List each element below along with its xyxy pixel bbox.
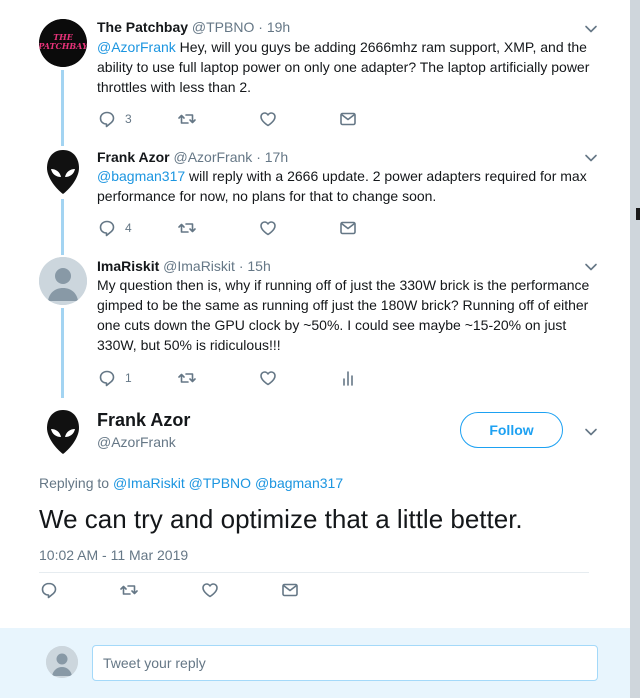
message-icon [340, 112, 356, 126]
timestamp[interactable]: 19h [267, 19, 290, 35]
chevron-down-icon[interactable] [583, 259, 599, 275]
tweet-detail-panel: THE PATCHBAY The Patchbay @TPBNO · 19h @… [0, 0, 631, 698]
like-button[interactable] [200, 580, 220, 600]
tweet-text-line: ability to use full laptop power on only… [97, 59, 590, 75]
timestamp[interactable]: 15h [247, 258, 270, 274]
thread-line [61, 70, 64, 146]
message-button[interactable] [338, 109, 358, 129]
like-icon [260, 112, 276, 127]
reply-icon [41, 582, 57, 599]
retweet-button[interactable] [119, 580, 139, 600]
main-username[interactable]: @AzorFrank [97, 434, 176, 450]
tweet-text-line: will reply with a 2666 update. 2 power a… [185, 168, 587, 184]
thread-line [61, 199, 64, 255]
separator: · [238, 258, 244, 274]
reply-icon [99, 111, 115, 128]
retweet-icon [178, 223, 196, 233]
tweet-text-line: throttles with less than 2. [97, 79, 252, 95]
separator: · [258, 19, 263, 35]
like-icon [260, 371, 276, 386]
retweet-button[interactable] [177, 218, 197, 238]
tweet-text-line: Hey, will you guys be adding 2666mhz ram… [175, 39, 587, 55]
mention-link[interactable]: @AzorFrank [97, 39, 176, 55]
patchbay-logo: THE PATCHBAY [39, 19, 87, 67]
tweet-header: Frank Azor @AzorFrank · 17h [97, 149, 288, 165]
main-tweet-text: We can try and optimize that a little be… [39, 504, 523, 534]
default-avatar-icon [39, 257, 87, 305]
mention-link[interactable]: @ImaRiskit [113, 475, 185, 491]
alien-icon [47, 150, 79, 194]
chevron-down-icon[interactable] [583, 424, 599, 440]
tweet-text-line: My question then is, why if running off … [97, 277, 590, 293]
retweet-button[interactable] [177, 109, 197, 129]
message-button[interactable] [338, 218, 358, 238]
main-timestamp[interactable]: 10:02 AM - 11 Mar 2019 [39, 547, 188, 563]
reply-count: 1 [125, 371, 132, 385]
tweet-text-line: one cuts down the GPU clock by ~50%. I c… [97, 317, 567, 333]
analytics-icon [343, 371, 353, 386]
mention-link[interactable]: @bagman317 [255, 475, 343, 491]
replying-prefix: Replying to [39, 475, 110, 491]
like-button[interactable] [258, 109, 278, 129]
tweet-text-line: gimped to be the same as running off jus… [97, 297, 589, 313]
reply-input[interactable]: Tweet your reply [92, 645, 598, 681]
like-button[interactable] [258, 218, 278, 238]
follow-button[interactable]: Follow [460, 412, 563, 448]
analytics-button[interactable] [338, 368, 358, 388]
message-icon [282, 583, 298, 597]
like-button[interactable] [258, 368, 278, 388]
divider [39, 572, 589, 573]
like-icon [260, 221, 276, 236]
default-avatar-icon [46, 646, 78, 678]
retweet-button[interactable] [177, 368, 197, 388]
message-button[interactable] [280, 580, 300, 600]
main-avatar[interactable] [39, 408, 87, 456]
replying-to: Replying to @ImaRiskit @TPBNO @bagman317 [39, 475, 343, 491]
retweet-icon [178, 373, 196, 383]
reply-button[interactable]: 4 [97, 218, 132, 238]
tweet-text-line: performance for now, no plans for that t… [97, 188, 437, 204]
display-name[interactable]: The Patchbay [97, 19, 188, 35]
display-name[interactable]: ImaRiskit [97, 258, 159, 274]
tweet-text: @AzorFrank Hey, will you guys be adding … [97, 37, 602, 97]
retweet-icon [178, 114, 196, 124]
svg-text:PATCHBAY: PATCHBAY [39, 41, 87, 51]
reply-button[interactable]: 3 [97, 109, 132, 129]
alien-icon [47, 410, 79, 454]
tweet-header: ImaRiskit @ImaRiskit · 15h [97, 258, 271, 274]
retweet-icon [120, 585, 138, 595]
username[interactable]: @ImaRiskit [163, 258, 235, 274]
reply-icon [99, 370, 115, 387]
reply-button[interactable]: 1 [97, 368, 132, 388]
separator: · [256, 149, 261, 165]
background-edge-mark [636, 208, 640, 220]
main-display-name[interactable]: Frank Azor [97, 410, 190, 431]
mention-link[interactable]: @bagman317 [97, 168, 185, 184]
background-edge [630, 0, 640, 698]
reply-avatar [46, 646, 78, 678]
avatar[interactable] [39, 148, 87, 196]
tweet-header: The Patchbay @TPBNO · 19h [97, 19, 290, 35]
tweet-text: @bagman317 will reply with a 2666 update… [97, 166, 602, 206]
reply-icon [99, 220, 115, 237]
like-icon [202, 583, 218, 598]
timestamp[interactable]: 17h [265, 149, 288, 165]
chevron-down-icon[interactable] [583, 150, 599, 166]
message-icon [340, 221, 356, 235]
username[interactable]: @AzorFrank [174, 149, 253, 165]
tweet-text: My question then is, why if running off … [97, 275, 602, 355]
mention-link[interactable]: @TPBNO [189, 475, 251, 491]
avatar[interactable] [39, 257, 87, 305]
reply-button[interactable] [39, 580, 59, 600]
username[interactable]: @TPBNO [192, 19, 254, 35]
thread-line [61, 308, 64, 398]
reply-count: 4 [125, 221, 132, 235]
chevron-down-icon[interactable] [583, 21, 599, 37]
display-name[interactable]: Frank Azor [97, 149, 170, 165]
avatar[interactable]: THE PATCHBAY [39, 19, 87, 67]
tweet-text-line: 330W, but 50% is ridiculous!!! [97, 337, 281, 353]
reply-count: 3 [125, 112, 132, 126]
